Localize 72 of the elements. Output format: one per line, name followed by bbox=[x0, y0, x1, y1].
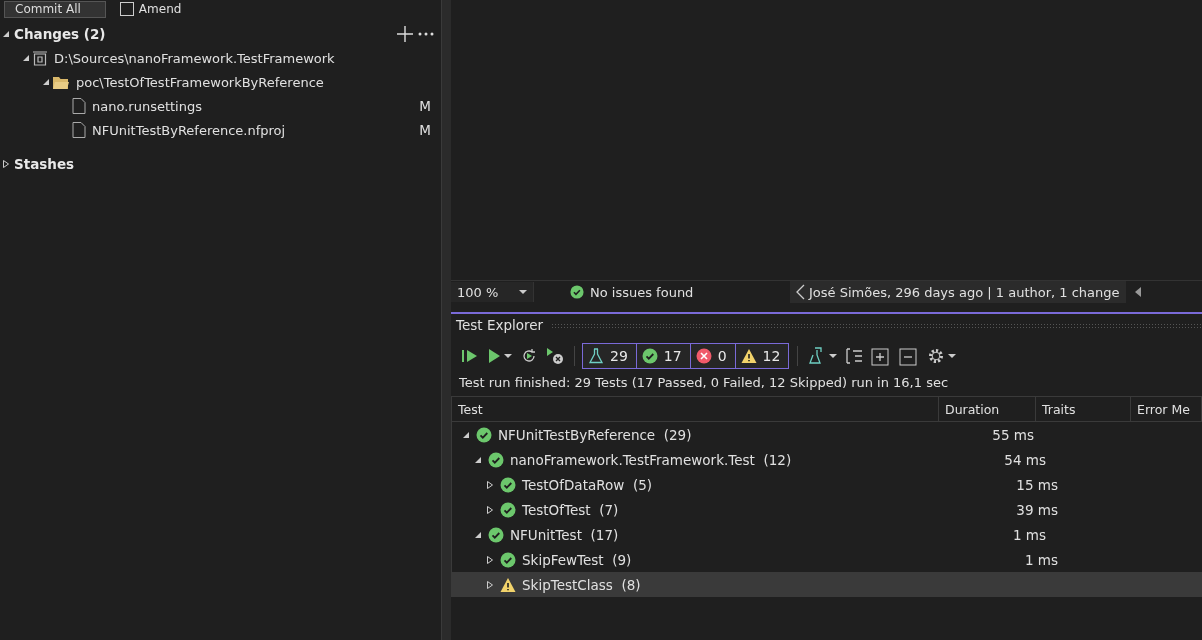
expanded-arrow-icon[interactable] bbox=[42, 78, 50, 86]
test-name: TestOfTest (7) bbox=[522, 501, 619, 518]
test-name: nanoFramework.TestFramework.Test (12) bbox=[510, 451, 792, 468]
column-header[interactable]: Test bbox=[452, 397, 939, 421]
plus-icon[interactable] bbox=[397, 26, 413, 42]
test-count-filter[interactable]: 12 bbox=[734, 343, 790, 369]
test-name: SkipTestClass (8) bbox=[522, 576, 641, 593]
file-icon bbox=[72, 122, 86, 138]
changes-header[interactable]: Changes (2) bbox=[14, 26, 397, 42]
collapsed-arrow-icon[interactable] bbox=[486, 580, 494, 589]
caret-icon bbox=[504, 353, 512, 359]
test-name: SkipFewTest (9) bbox=[522, 551, 632, 568]
test-duration: 15 ms bbox=[1015, 476, 1058, 493]
zoom-dropdown[interactable]: 100 % bbox=[451, 282, 534, 302]
test-duration: 1 ms bbox=[1011, 526, 1046, 543]
blame-info[interactable]: José Simões, 296 days ago | 1 author, 1 change bbox=[790, 281, 1126, 303]
test-count-filter[interactable]: 29 bbox=[582, 343, 637, 369]
stashes-header[interactable]: Stashes bbox=[14, 156, 435, 172]
amend-label: Amend bbox=[138, 2, 182, 16]
test-count-filter[interactable]: 17 bbox=[635, 343, 691, 369]
path-label[interactable]: D:\Sources\nanoFramework.TestFramework bbox=[54, 50, 431, 66]
caret-icon bbox=[519, 289, 527, 295]
file-icon bbox=[72, 98, 86, 114]
test-row[interactable]: TestOfTest (7) 39 ms bbox=[452, 497, 1202, 522]
test-row[interactable]: TestOfDataRow (5) 15 ms bbox=[452, 472, 1202, 497]
collapsed-arrow-icon[interactable] bbox=[486, 480, 494, 489]
test-row[interactable]: NFUnitTestByReference (29) 55 ms bbox=[452, 422, 1202, 447]
repository-icon bbox=[32, 50, 48, 66]
file-name[interactable]: nano.runsettings bbox=[92, 98, 420, 114]
test-duration: 54 ms bbox=[1003, 451, 1046, 468]
modified-status: M bbox=[419, 98, 431, 114]
collapsed-arrow-icon[interactable] bbox=[486, 555, 494, 564]
amend-checkbox[interactable] bbox=[119, 2, 134, 16]
play-icon bbox=[487, 348, 501, 364]
test-duration: 1 ms bbox=[1023, 551, 1058, 568]
cancel-button[interactable] bbox=[544, 345, 566, 367]
panel-title: Test Explorer bbox=[456, 317, 544, 333]
collapsed-arrow-icon[interactable] bbox=[486, 505, 494, 514]
commit-button[interactable]: Commit All bbox=[4, 0, 106, 18]
test-count-filter[interactable]: 0 bbox=[689, 343, 736, 369]
test-duration: 55 ms bbox=[991, 426, 1034, 443]
folder-icon bbox=[52, 74, 70, 90]
collapse-left-icon[interactable] bbox=[1133, 287, 1142, 297]
check-circle-icon bbox=[570, 285, 584, 299]
test-row[interactable]: NFUnitTest (17) 1 ms bbox=[452, 522, 1202, 547]
expanded-arrow-icon[interactable] bbox=[474, 455, 482, 464]
file-name[interactable]: NFUnitTestByReference.nfproj bbox=[92, 122, 420, 138]
chevron-left-icon bbox=[796, 284, 805, 300]
gear-icon bbox=[927, 347, 946, 365]
expanded-arrow-icon[interactable] bbox=[22, 54, 30, 62]
expanded-arrow-icon[interactable] bbox=[2, 30, 10, 38]
expanded-arrow-icon[interactable] bbox=[462, 430, 470, 439]
test-name: NFUnitTest (17) bbox=[510, 526, 619, 543]
repeat-icon bbox=[520, 347, 538, 365]
test-duration: 39 ms bbox=[1015, 501, 1058, 518]
test-name: TestOfDataRow (5) bbox=[522, 476, 652, 493]
column-header[interactable]: Traits bbox=[1036, 397, 1131, 421]
test-run-summary: Test run finished: 29 Tests (17 Passed, 0 Failed, 12 Skipped) run in 16,1 sec bbox=[458, 374, 950, 392]
test-row[interactable]: SkipTestClass (8) bbox=[452, 572, 1202, 597]
caret-icon bbox=[948, 353, 957, 359]
modified-status: M bbox=[419, 122, 431, 138]
test-row[interactable]: nanoFramework.TestFramework.Test (12) 54 ms bbox=[452, 447, 1202, 472]
test-row[interactable]: SkipFewTest (9) 1 ms bbox=[452, 547, 1202, 572]
collapsed-arrow-icon[interactable] bbox=[2, 160, 10, 168]
expanded-arrow-icon[interactable] bbox=[474, 530, 482, 539]
issues-status[interactable]: No issues found bbox=[590, 284, 694, 300]
playlist-button[interactable] bbox=[806, 345, 840, 367]
column-header[interactable]: Error Me bbox=[1131, 397, 1202, 421]
caret-icon bbox=[829, 353, 838, 359]
path-label[interactable]: poc\TestOfTestFrameworkByReference bbox=[76, 74, 431, 90]
column-header[interactable]: Duration bbox=[939, 397, 1036, 421]
test-name: NFUnitTestByReference (29) bbox=[498, 426, 692, 443]
